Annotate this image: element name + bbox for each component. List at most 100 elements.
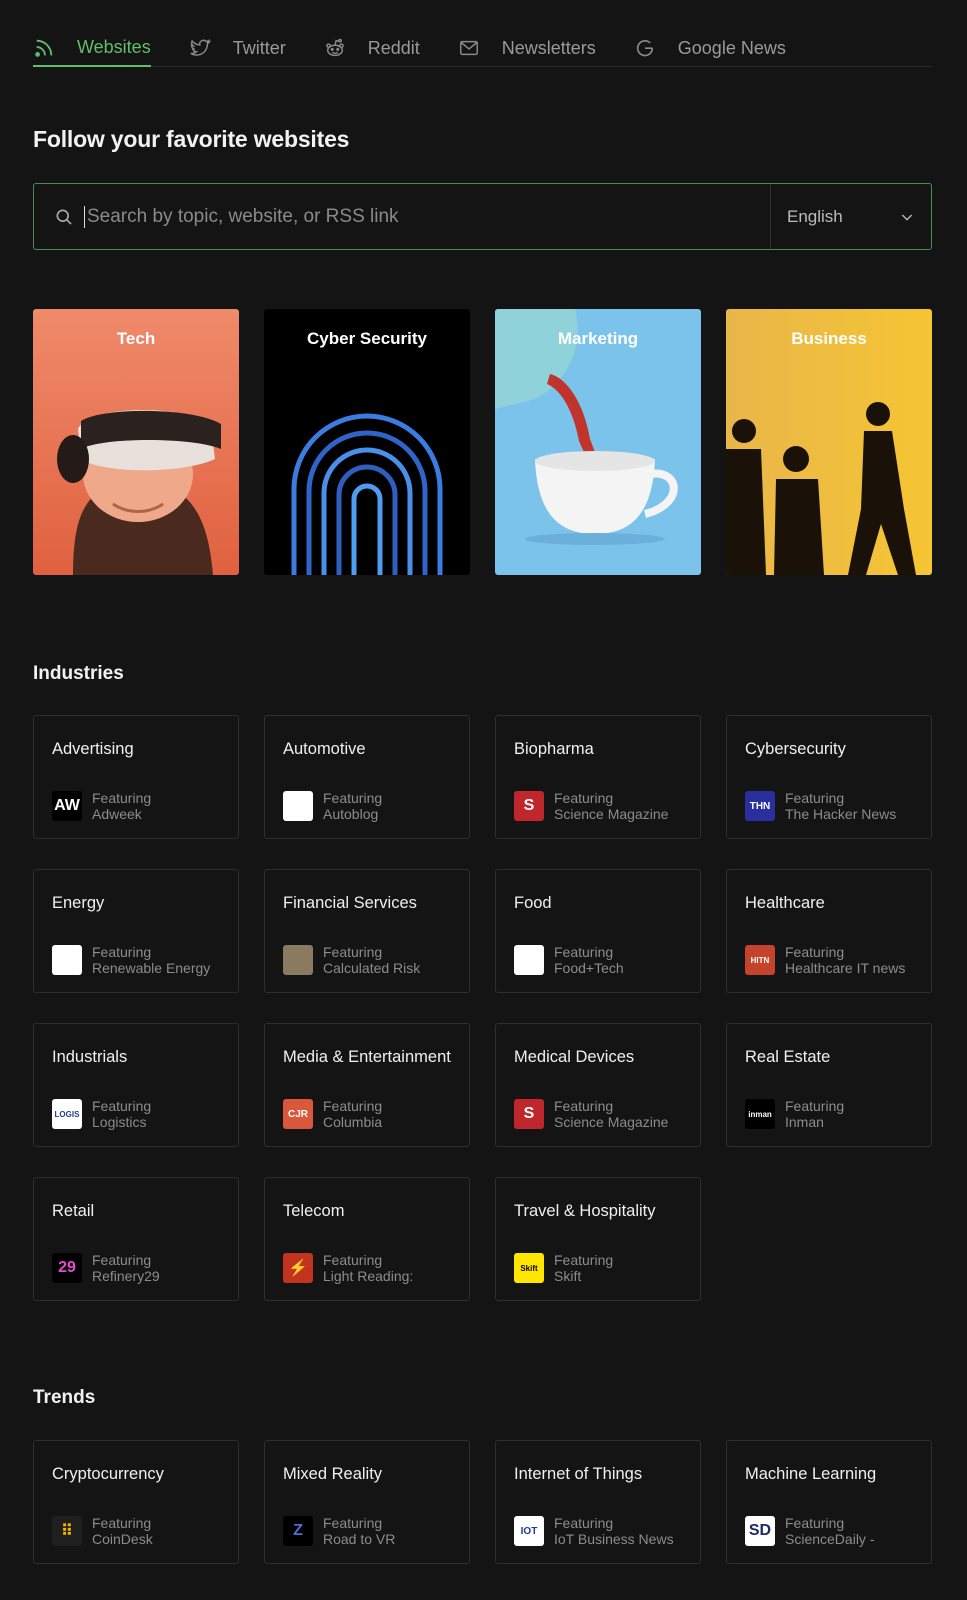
tab-newsletters[interactable]: Newsletters [458,30,596,66]
category-business[interactable]: Business [726,309,932,575]
topic-card-telecom[interactable]: Telecom ⚡ Featuring Light Reading: [264,1177,470,1301]
trends-title: Trends [33,1387,96,1408]
topic-card-financial-services[interactable]: Financial Services Featuring Calculated Ri… [264,869,470,993]
topic-name: Machine Learning [745,1465,877,1483]
topic-card-energy[interactable]: Energy Featuring Renewable Energy [33,869,239,993]
topic-name: Food [514,894,552,912]
language-select[interactable]: English [770,184,931,249]
featuring-label: Featuring [785,944,845,960]
source-logo-icon: IOT [514,1516,544,1546]
tab-label: Google News [677,37,786,58]
featuring-label: Featuring [785,790,845,806]
source-logo-icon: inman [745,1099,775,1129]
source-name: Light Reading: [323,1268,414,1284]
source-name: Science Magazine [554,1114,669,1130]
source-name: Road to VR [323,1531,396,1547]
featuring-label: Featuring [323,944,383,960]
source-tabs: Websites Twitter Reddit Newsletters Goog… [33,30,932,67]
topic-name: Media & Entertainment [283,1048,451,1066]
category-label: Business [791,329,867,348]
topic-card-retail[interactable]: Retail 29 Featuring Refinery29 [33,1177,239,1301]
topic-card-automotive[interactable]: Automotive Featuring Autoblog [264,715,470,839]
topic-card-cryptocurrency[interactable]: Cryptocurrency ⠿ Featuring CoinDesk [33,1440,239,1564]
topic-card-food[interactable]: Food Featuring Food+Tech [495,869,701,993]
featured-source: Featuring Calculated Risk [323,944,420,976]
topic-card-healthcare[interactable]: Healthcare HITN Featuring Healthcare IT new… [726,869,932,993]
featured-source: Featuring Autoblog [323,790,382,822]
tab-reddit[interactable]: Reddit [324,30,420,66]
topic-card-media-and-entertainment[interactable]: Media & Entertainment CJR Featuring Columbi… [264,1023,470,1147]
featured-source: Featuring Healthcare IT news [785,944,905,976]
topic-name: Advertising [52,740,134,758]
source-logo-icon: AW [52,791,82,821]
source-name: The Hacker News [785,806,897,822]
tab-google-news[interactable]: Google News [634,30,786,66]
source-logo-icon [283,791,313,821]
topic-name: Internet of Things [514,1465,643,1483]
tab-websites[interactable]: Websites [33,30,151,67]
source-logo-icon: Skift [514,1253,544,1283]
category-cyber-security[interactable]: Cyber Security [264,309,470,575]
source-logo-icon: HITN [745,945,775,975]
topic-name: Retail [52,1202,95,1220]
source-name: Columbia [323,1114,383,1130]
source-name: ScienceDaily - [785,1531,875,1547]
featuring-label: Featuring [92,944,152,960]
search-input[interactable] [84,205,724,228]
topic-name: Real Estate [745,1048,831,1066]
featured-source: Featuring Light Reading: [323,1252,413,1284]
featured-source: Featuring Inman [785,1098,844,1130]
tab-label: Reddit [367,37,420,58]
featuring-label: Featuring [554,1098,614,1114]
featured-source: Featuring Renewable Energy [92,944,210,976]
category-label: Cyber Security [307,329,427,348]
featuring-label: Featuring [554,944,614,960]
featured-source: Featuring The Hacker News [785,790,896,822]
source-logo-icon: Z [283,1516,313,1546]
page-title: Follow your favorite websites [33,126,350,152]
source-name: Autoblog [323,806,379,822]
featuring-label: Featuring [554,1252,614,1268]
featured-source: Featuring Columbia [323,1098,382,1130]
source-logo-icon: SD [745,1516,775,1546]
topic-card-mixed-reality[interactable]: Mixed Reality Z Featuring Road to VR [264,1440,470,1564]
source-logo-icon: THN [745,791,775,821]
category-marketing[interactable]: Marketing [495,309,701,575]
source-name: Adweek [92,806,142,822]
topic-card-advertising[interactable]: Advertising AW Featuring Adweek [33,715,239,839]
topic-card-industrials[interactable]: Industrials LOGIS Featuring Logistics [33,1023,239,1147]
featured-source: Featuring Refinery29 [92,1252,160,1284]
topic-card-medical-devices[interactable]: Medical Devices S Featuring Science Magazin… [495,1023,701,1147]
topic-card-internet-of-things[interactable]: Internet of Things IOT Featuring IoT Busine… [495,1440,701,1564]
category-label: Marketing [557,329,639,348]
category-tech[interactable]: Tech [33,309,239,575]
topic-name: Healthcare [745,894,825,912]
topic-card-real-estate[interactable]: Real Estate inman Featuring Inman [726,1023,932,1147]
source-logo-icon: CJR [283,1099,313,1129]
featuring-label: Featuring [323,1098,383,1114]
source-logo-icon: S [514,791,544,821]
topic-card-machine-learning[interactable]: Machine Learning SD Featuring ScienceDaily … [726,1440,932,1564]
source-name: Healthcare IT news [785,960,906,976]
source-logo-icon [283,945,313,975]
source-name: CoinDesk [92,1531,153,1547]
source-name: Renewable Energy [92,960,211,976]
featuring-label: Featuring [92,1252,152,1268]
topic-card-travel-and-hospitality[interactable]: Travel & Hospitality Skift Featuring Skift [495,1177,701,1301]
source-name: Science Magazine [554,806,669,822]
rss-icon [35,39,53,57]
featuring-label: Featuring [92,790,152,806]
featuring-label: Featuring [785,1098,845,1114]
search-bar: English [33,183,932,250]
category-label: Tech [116,329,156,348]
topic-name: Energy [52,894,105,912]
tab-label: Newsletters [501,37,596,58]
featured-source: Featuring Skift [554,1252,613,1284]
tab-label: Twitter [232,37,286,58]
topic-card-biopharma[interactable]: Biopharma S Featuring Science Magazine [495,715,701,839]
tab-twitter[interactable]: Twitter [189,30,286,66]
topic-card-cybersecurity[interactable]: Cybersecurity THN Featuring The Hacker News [726,715,932,839]
source-logo-icon: ⚡ [283,1253,313,1283]
chevron-down-icon [901,214,913,221]
featuring-label: Featuring [92,1515,152,1531]
